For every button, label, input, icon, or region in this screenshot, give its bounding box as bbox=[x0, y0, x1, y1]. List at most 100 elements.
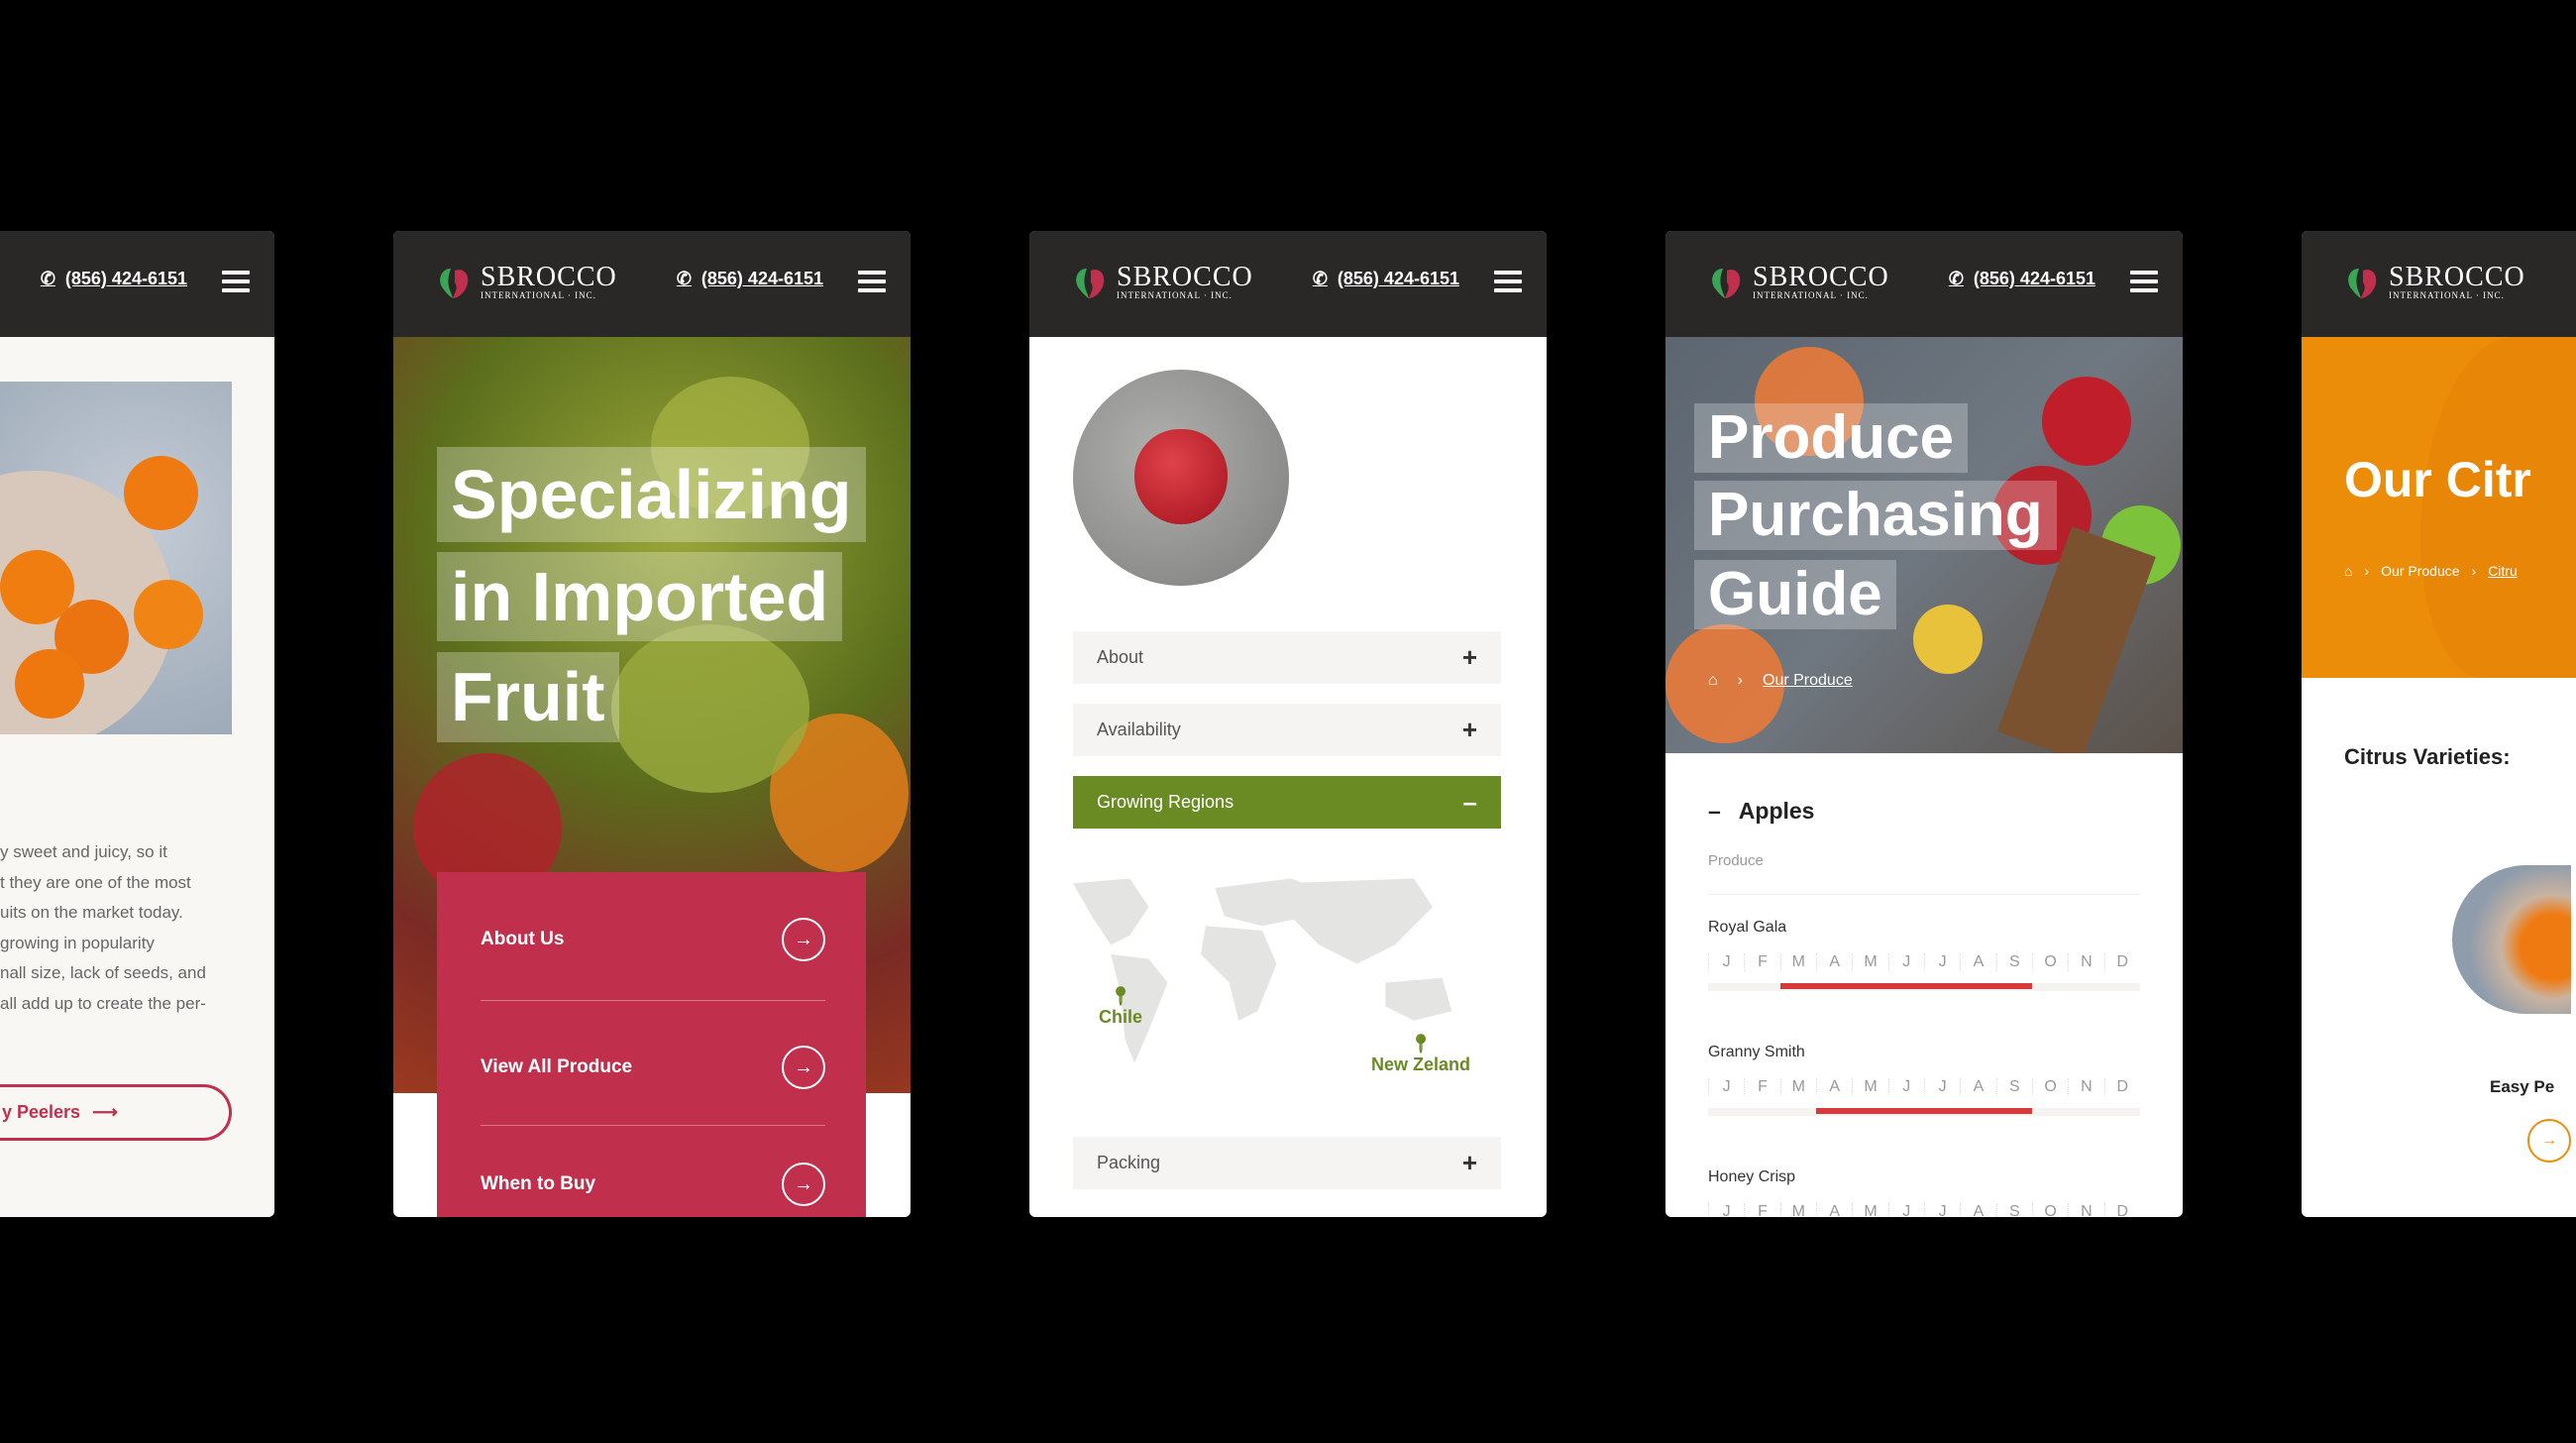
month-label: M bbox=[1779, 1203, 1816, 1217]
sbrocco-logo[interactable]: SBROCCO INTERNATIONAL · INC. bbox=[433, 263, 617, 302]
month-label: J bbox=[1923, 1078, 1960, 1096]
phone-link[interactable]: ✆ (856) 424-6151 bbox=[677, 269, 823, 289]
phone-link[interactable]: ✆ (856) 424-6151 bbox=[41, 269, 187, 289]
phone-icon: ✆ bbox=[1948, 269, 1964, 288]
month-row: JFMAMJJASOND bbox=[1708, 953, 2140, 971]
map-pin-icon: 📍︎ bbox=[1109, 986, 1132, 1006]
breadcrumb-citrus[interactable]: Citru bbox=[2488, 563, 2518, 579]
logo-icon bbox=[2348, 269, 2377, 298]
phone-link[interactable]: ✆ (856) 424-6151 bbox=[1949, 269, 2095, 289]
plus-icon: + bbox=[1461, 642, 1477, 672]
breadcrumb-our-produce[interactable]: Our Produce bbox=[1763, 672, 1853, 690]
month-label: J bbox=[1708, 953, 1744, 971]
logo-icon bbox=[440, 269, 469, 298]
menu-item-when-to-buy[interactable]: When to Buy → bbox=[481, 1163, 825, 1206]
easy-peelers-button[interactable]: y Peelers ⟶ bbox=[0, 1084, 232, 1141]
panel-home: SBROCCO INTERNATIONAL · INC. ✆ (856) 424-6… bbox=[393, 231, 911, 1217]
hero-title-line-3: Fruit bbox=[437, 652, 619, 742]
month-label: M bbox=[1779, 953, 1816, 971]
sbrocco-logo[interactable]: SBROCCO INTERNATIONAL · INC. bbox=[1705, 263, 1889, 302]
breadcrumb-our-produce[interactable]: Our Produce bbox=[2381, 563, 2459, 579]
card-title[interactable]: Easy Pe bbox=[2490, 1077, 2554, 1097]
month-label: M bbox=[1779, 1078, 1816, 1096]
accordion-growing-regions[interactable]: Growing Regions – bbox=[1073, 776, 1501, 829]
panel-easy-peelers: ✆ (856) 424-6151 y sweet and juicy, so it… bbox=[0, 231, 274, 1217]
hero-title-line-1: Specializing bbox=[437, 447, 866, 542]
description-text: y sweet and juicy, so it t they are one o… bbox=[0, 842, 206, 1013]
section-apples[interactable]: – Apples bbox=[1708, 798, 1814, 825]
hero-title-line-2: Purchasing bbox=[1694, 481, 2057, 550]
apple-image bbox=[1073, 370, 1289, 586]
site-header: SBROCCO INTERNATIONAL · INC. ✆ (856) 424-6… bbox=[1665, 231, 2183, 337]
month-label: S bbox=[1995, 953, 2032, 971]
pin-chile[interactable]: 📍︎ Chile bbox=[1099, 986, 1142, 1028]
menu-icon[interactable] bbox=[858, 271, 886, 292]
chevron-right-icon: › bbox=[2471, 563, 2477, 579]
pin-new-zealand[interactable]: 📍︎ New Zeland bbox=[1371, 1034, 1470, 1075]
logo-icon bbox=[1712, 269, 1741, 298]
section-heading: Citrus Varieties: bbox=[2344, 744, 2511, 769]
arrow-right-icon[interactable]: → bbox=[2527, 1119, 2571, 1163]
hero-title-line-3: Guide bbox=[1694, 560, 1896, 629]
menu-icon[interactable] bbox=[222, 271, 250, 292]
panel-citrus: SBROCCO INTERNATIONAL · INC. Our Citr ⌂ › O… bbox=[2302, 231, 2576, 1217]
month-label: F bbox=[1744, 953, 1779, 971]
month-label: O bbox=[2031, 1078, 2068, 1096]
phone-icon: ✆ bbox=[676, 269, 692, 288]
sbrocco-logo[interactable]: SBROCCO INTERNATIONAL · INC. bbox=[2341, 263, 2525, 302]
site-header: SBROCCO INTERNATIONAL · INC. bbox=[2302, 231, 2576, 337]
chevron-right-icon: › bbox=[2364, 563, 2370, 579]
month-label: M bbox=[1852, 953, 1887, 971]
arrow-right-icon: → bbox=[782, 1163, 825, 1206]
month-label: D bbox=[2103, 1203, 2140, 1217]
logo-icon bbox=[1076, 269, 1105, 298]
plus-icon: + bbox=[1461, 1148, 1477, 1177]
variety-name: Honey Crisp bbox=[1708, 1168, 1796, 1185]
site-header: SBROCCO INTERNATIONAL · INC. ✆ (856) 424-6… bbox=[1029, 231, 1547, 337]
arrow-right-icon: → bbox=[782, 1046, 825, 1089]
page-title: Our Citr bbox=[2344, 452, 2531, 507]
month-label: A bbox=[1960, 1078, 1995, 1096]
variety-name: Royal Gala bbox=[1708, 919, 1787, 936]
menu-item-view-all-produce[interactable]: View All Produce → bbox=[481, 1046, 825, 1089]
panel-product-detail: SBROCCO INTERNATIONAL · INC. ✆ (856) 424-6… bbox=[1029, 231, 1547, 1217]
month-label: A bbox=[1960, 953, 1995, 971]
menu-icon[interactable] bbox=[1494, 271, 1522, 292]
site-header: ✆ (856) 424-6151 bbox=[0, 231, 274, 337]
accordion-about[interactable]: About + bbox=[1073, 631, 1501, 684]
month-label: J bbox=[1923, 953, 1960, 971]
month-label: A bbox=[1960, 1203, 1995, 1217]
map-pin-icon: 📍︎ bbox=[1409, 1034, 1433, 1054]
breadcrumb: ⌂ › Our Produce › Citru bbox=[2344, 563, 2518, 579]
month-row: JFMAMJJASOND bbox=[1708, 1203, 2140, 1217]
month-label: J bbox=[1887, 953, 1924, 971]
month-label: J bbox=[1887, 1078, 1924, 1096]
month-label: D bbox=[2103, 1078, 2140, 1096]
phone-icon: ✆ bbox=[1312, 269, 1328, 288]
month-label: J bbox=[1708, 1078, 1744, 1096]
month-label: O bbox=[2031, 953, 2068, 971]
easy-peelers-image bbox=[2452, 865, 2571, 1014]
menu-item-about-us[interactable]: About Us → bbox=[481, 918, 825, 961]
accordion-packing[interactable]: Packing + bbox=[1073, 1137, 1501, 1189]
phone-link[interactable]: ✆ (856) 424-6151 bbox=[1313, 269, 1459, 289]
month-label: J bbox=[1708, 1203, 1744, 1217]
panel-purchasing-guide: SBROCCO INTERNATIONAL · INC. ✆ (856) 424-6… bbox=[1665, 231, 2183, 1217]
month-label: M bbox=[1852, 1203, 1887, 1217]
month-label: F bbox=[1744, 1203, 1779, 1217]
accordion-availability[interactable]: Availability + bbox=[1073, 704, 1501, 756]
home-icon[interactable]: ⌂ bbox=[2344, 563, 2352, 579]
month-label: N bbox=[2068, 953, 2103, 971]
menu-icon[interactable] bbox=[2130, 271, 2158, 292]
sbrocco-logo[interactable]: SBROCCO INTERNATIONAL · INC. bbox=[1069, 263, 1253, 302]
month-label: S bbox=[1995, 1078, 2032, 1096]
season-bar bbox=[1816, 1108, 2032, 1114]
month-label: O bbox=[2031, 1203, 2068, 1217]
arrow-right-icon: → bbox=[782, 918, 825, 961]
home-icon[interactable]: ⌂ bbox=[1708, 672, 1718, 690]
month-label: S bbox=[1995, 1203, 2032, 1217]
minus-icon: – bbox=[1708, 798, 1721, 824]
month-label: A bbox=[1815, 1078, 1852, 1096]
month-label: F bbox=[1744, 1078, 1779, 1096]
month-label: M bbox=[1852, 1078, 1887, 1096]
